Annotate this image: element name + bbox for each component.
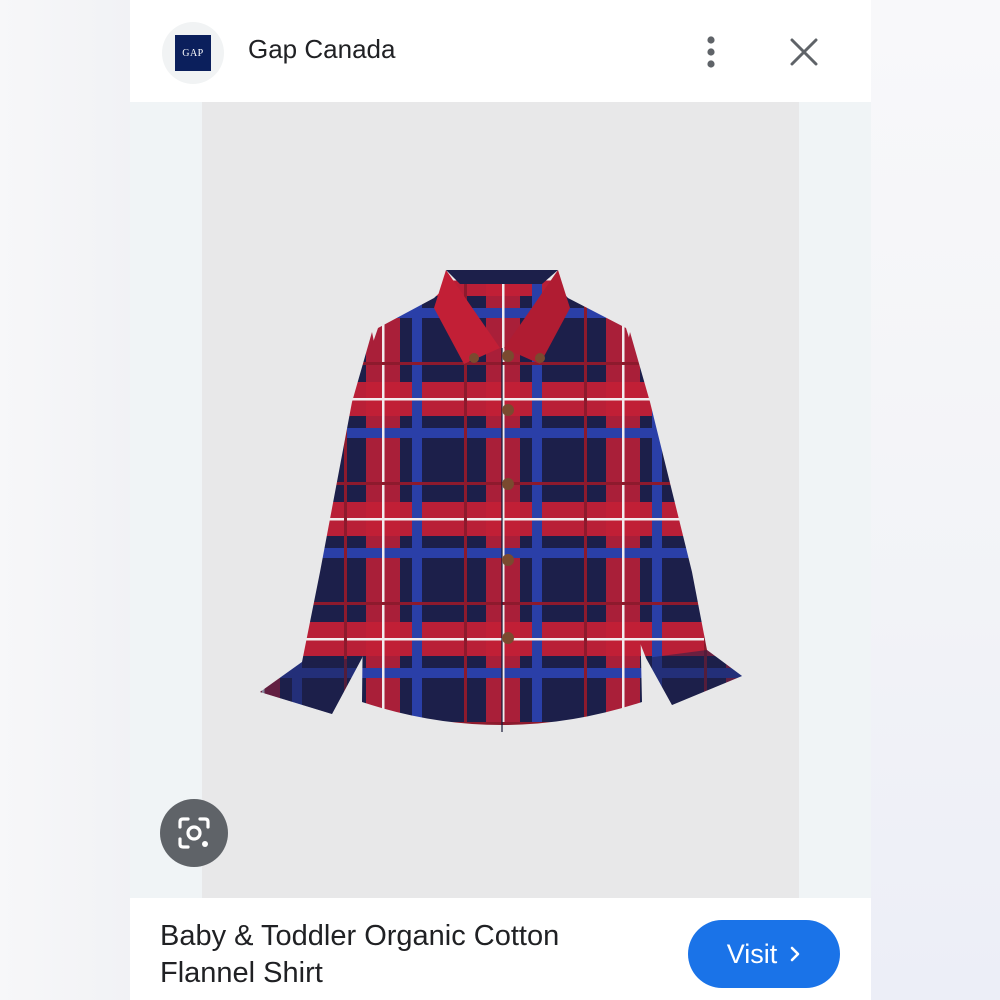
product-image[interactable] — [202, 102, 799, 898]
page-background-right — [870, 0, 1000, 1000]
preview-footer: Baby & Toddler Organic Cotton Flannel Sh… — [130, 898, 871, 1000]
site-name[interactable]: Gap Canada — [248, 34, 395, 65]
site-favicon[interactable]: GAP — [162, 22, 224, 84]
page-background-left — [0, 0, 130, 1000]
visual-search-button[interactable] — [160, 799, 228, 867]
preview-header: GAP Gap Canada — [130, 0, 871, 102]
chevron-right-icon — [789, 945, 801, 963]
more-vert-icon — [707, 36, 715, 68]
visit-label: Visit — [726, 938, 778, 969]
visit-button[interactable]: Visit — [688, 920, 840, 988]
product-title[interactable]: Baby & Toddler Organic Cotton Flannel Sh… — [160, 918, 660, 992]
result-preview-card: GAP Gap Canada Baby & Toddler Organic Co… — [130, 0, 871, 1000]
gap-logo: GAP — [175, 35, 211, 71]
close-button[interactable] — [782, 30, 826, 74]
image-area — [130, 102, 871, 898]
more-options-button[interactable] — [696, 30, 726, 74]
lens-icon — [178, 817, 210, 849]
flannel-shirt-illustration — [260, 270, 742, 732]
gap-logo-text: GAP — [182, 47, 204, 59]
close-icon — [790, 38, 818, 66]
